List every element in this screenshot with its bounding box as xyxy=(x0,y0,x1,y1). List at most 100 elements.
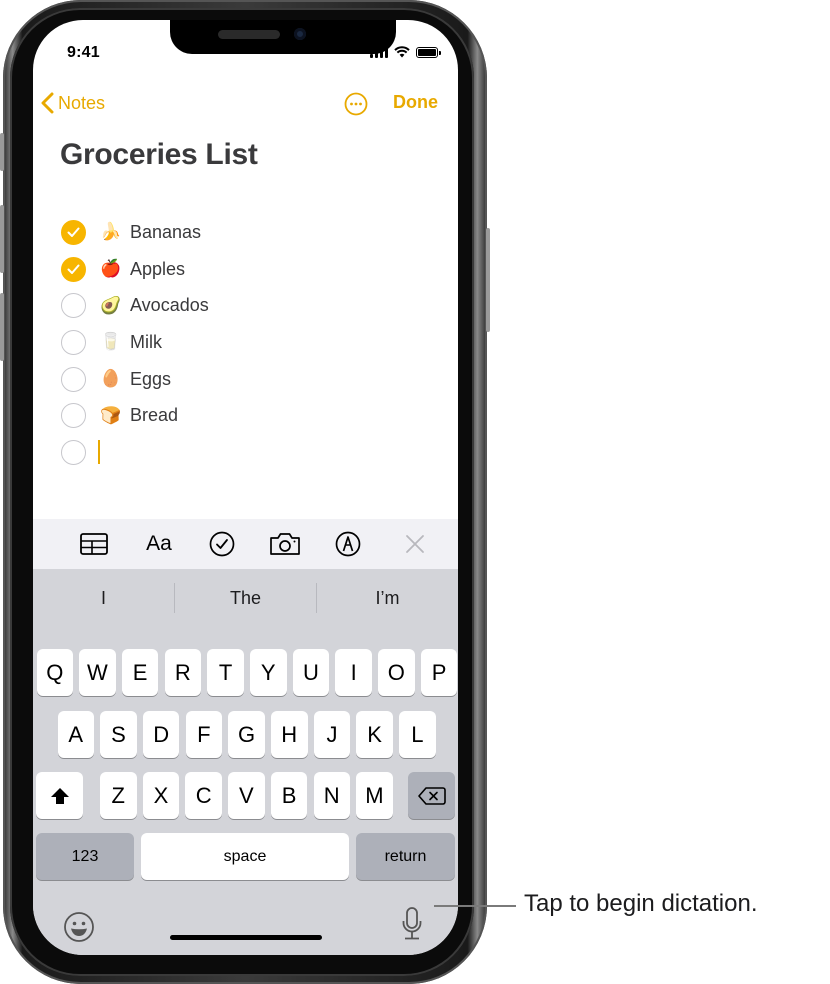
key-w[interactable]: W xyxy=(79,649,116,696)
key-b[interactable]: B xyxy=(270,772,308,819)
checkbox[interactable] xyxy=(61,256,86,282)
ellipsis-circle-icon xyxy=(344,92,368,116)
key-d[interactable]: D xyxy=(142,711,180,758)
dictation-callout: Tap to begin dictation. xyxy=(524,890,758,917)
close-icon xyxy=(406,535,424,553)
item-label[interactable]: Eggs xyxy=(130,369,171,390)
camera-button[interactable] xyxy=(269,531,301,557)
keyboard: I The I’m QWERTYUIOPASDFGHJKLZXCVBNM 123… xyxy=(33,569,458,955)
item-emoji: 🥛 xyxy=(100,332,122,352)
key-x[interactable]: X xyxy=(142,772,180,819)
microphone-icon xyxy=(402,907,422,940)
silent-switch xyxy=(0,133,4,171)
close-toolbar-button[interactable] xyxy=(404,531,426,557)
key-y[interactable]: Y xyxy=(250,649,287,696)
emoji-button[interactable] xyxy=(63,911,95,948)
key-o[interactable]: O xyxy=(378,649,415,696)
table-icon xyxy=(80,533,108,555)
format-toolbar: Aa xyxy=(33,519,458,569)
item-label[interactable]: Bananas xyxy=(130,222,201,243)
done-button[interactable]: Done xyxy=(393,92,438,113)
text-format-button[interactable]: Aa xyxy=(143,531,175,557)
key-f[interactable]: F xyxy=(185,711,223,758)
suggestion-3[interactable]: I’m xyxy=(317,569,458,627)
back-button[interactable]: Notes xyxy=(41,92,105,114)
battery-icon xyxy=(416,46,441,58)
item-emoji: 🍌 xyxy=(100,222,122,242)
camera-icon xyxy=(270,533,300,555)
markup-button[interactable] xyxy=(335,531,361,557)
back-label: Notes xyxy=(58,92,106,113)
checkbox[interactable] xyxy=(61,329,86,355)
key-c[interactable]: C xyxy=(185,772,222,819)
shift-icon xyxy=(50,787,69,804)
note-title[interactable]: Groceries List xyxy=(60,138,258,172)
checklist-button[interactable] xyxy=(209,531,235,557)
checklist-item: 🍞 Bread xyxy=(61,397,209,434)
suggestion-2[interactable]: The xyxy=(175,569,316,627)
key-g[interactable]: G xyxy=(228,711,265,758)
notch xyxy=(170,20,396,54)
checkmark-icon xyxy=(67,264,80,274)
emoji-icon xyxy=(64,912,94,942)
item-emoji: 🥑 xyxy=(100,295,122,315)
item-label[interactable]: Avocados xyxy=(130,295,209,316)
key-i[interactable]: I xyxy=(335,649,372,696)
checkbox[interactable] xyxy=(61,403,86,429)
item-emoji: 🍞 xyxy=(100,405,122,425)
key-s[interactable]: S xyxy=(100,711,137,758)
key-j[interactable]: J xyxy=(313,711,351,758)
backspace-icon xyxy=(417,786,446,805)
key-m[interactable]: M xyxy=(356,772,393,819)
suggestion-1[interactable]: I xyxy=(33,569,174,627)
numbers-key[interactable]: 123 xyxy=(36,833,134,880)
key-r[interactable]: R xyxy=(164,649,202,696)
key-t[interactable]: T xyxy=(207,649,244,696)
key-a[interactable]: A xyxy=(57,711,94,758)
suggestion-bar: I The I’m xyxy=(33,569,458,627)
item-label[interactable]: Apples xyxy=(130,259,185,280)
checklist-item: 🥑 Avocados xyxy=(61,287,209,324)
text-cursor xyxy=(98,440,100,465)
key-q[interactable]: Q xyxy=(36,649,73,696)
key-e[interactable]: E xyxy=(121,649,159,696)
item-emoji: 🥚 xyxy=(100,369,122,389)
delete-key[interactable] xyxy=(408,772,455,819)
checkmark-icon xyxy=(67,227,80,237)
checklist-item: 🍎 Apples xyxy=(61,251,209,288)
dictation-button[interactable] xyxy=(401,906,423,947)
checklist-icon xyxy=(209,531,235,557)
checklist-item-new xyxy=(61,434,209,471)
home-indicator[interactable] xyxy=(170,935,322,940)
item-emoji: 🍎 xyxy=(100,259,122,279)
key-k[interactable]: K xyxy=(356,711,393,758)
key-z[interactable]: Z xyxy=(100,772,137,819)
speaker-grille xyxy=(218,30,280,39)
checklist-item: 🥚 Eggs xyxy=(61,361,209,398)
key-h[interactable]: H xyxy=(271,711,308,758)
return-key[interactable]: return xyxy=(356,833,455,880)
side-button xyxy=(486,228,490,332)
key-l[interactable]: L xyxy=(399,711,436,758)
item-label[interactable]: Milk xyxy=(130,332,162,353)
item-label[interactable]: Bread xyxy=(130,405,178,426)
key-v[interactable]: V xyxy=(228,772,265,819)
table-button[interactable] xyxy=(79,531,109,557)
volume-up-button xyxy=(0,205,4,273)
checklist: 🍌 Bananas 🍎 Apples 🥑 Avocados 🥛 Milk 🥚 Eggs 🍞 Bread xyxy=(61,214,209,471)
space-key[interactable]: space xyxy=(141,833,349,880)
status-time: 9:41 xyxy=(67,44,100,61)
key-u[interactable]: U xyxy=(292,649,330,696)
key-p[interactable]: P xyxy=(420,649,458,696)
front-camera xyxy=(294,28,306,40)
space-key-label: space xyxy=(223,847,267,865)
more-button[interactable] xyxy=(344,92,368,116)
phone-screen: 9:41 Notes Done Groceries List 🍌 Bananas 🍎… xyxy=(33,20,458,955)
shift-key[interactable] xyxy=(36,772,83,819)
checkbox[interactable] xyxy=(61,219,86,245)
checkbox[interactable] xyxy=(61,366,86,392)
wifi-icon xyxy=(394,46,410,58)
checkbox[interactable] xyxy=(61,293,86,319)
key-n[interactable]: N xyxy=(313,772,350,819)
checkbox[interactable] xyxy=(61,439,86,465)
